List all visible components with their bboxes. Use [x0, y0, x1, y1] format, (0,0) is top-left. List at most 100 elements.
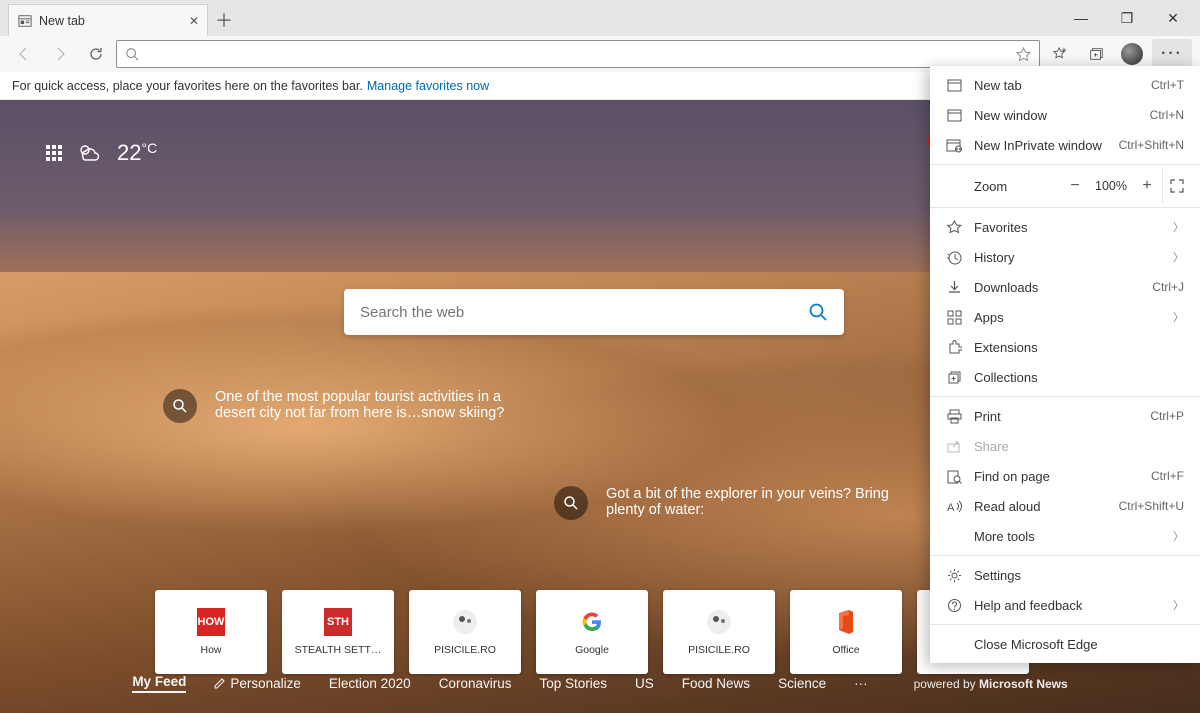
- tile-icon: STH: [324, 608, 352, 636]
- address-bar[interactable]: [116, 40, 1040, 68]
- print-icon: [946, 408, 962, 424]
- weather-icon: [77, 142, 103, 164]
- gear-icon: [946, 567, 962, 583]
- info-tip-2[interactable]: Got a bit of the explorer in your veins?…: [554, 486, 914, 520]
- quick-tile[interactable]: Google: [536, 590, 648, 674]
- quick-tile[interactable]: Office: [790, 590, 902, 674]
- powered-by-label: powered by Microsoft News: [914, 677, 1068, 691]
- feed-nav-item[interactable]: Personalize: [214, 676, 301, 691]
- info-tip-1[interactable]: One of the most popular tourist activiti…: [163, 389, 523, 423]
- quick-tile[interactable]: PISICILE.RO: [663, 590, 775, 674]
- menu-favorites[interactable]: Favorites〉: [930, 212, 1200, 242]
- zoom-label: Zoom: [974, 179, 1060, 194]
- menu-collections[interactable]: Collections: [930, 362, 1200, 392]
- menu-help[interactable]: Help and feedback〉: [930, 590, 1200, 620]
- menu-close-edge[interactable]: Close Microsoft Edge: [930, 629, 1200, 659]
- quick-tile[interactable]: PISICILE.RO: [409, 590, 521, 674]
- feed-nav-item[interactable]: Election 2020: [329, 676, 411, 691]
- quick-tile[interactable]: HOW How: [155, 590, 267, 674]
- tab-page-icon: [17, 13, 33, 29]
- window-icon: [946, 107, 962, 123]
- minimize-button[interactable]: —: [1058, 0, 1104, 36]
- search-icon: [125, 47, 139, 61]
- magnifier-icon: [163, 389, 197, 423]
- settings-more-button[interactable]: ···: [1152, 39, 1192, 69]
- favorites-bar-hint: For quick access, place your favorites h…: [12, 79, 363, 93]
- newtab-icon: [946, 77, 962, 93]
- feed-nav-item[interactable]: Coronavirus: [439, 676, 512, 691]
- apps-icon: [946, 309, 962, 325]
- svg-text:A: A: [947, 502, 955, 514]
- close-window-button[interactable]: ✕: [1150, 0, 1196, 36]
- titlebar: New tab ✕ ＋ — ❐ ✕: [0, 0, 1200, 36]
- weather-widget[interactable]: 22°C: [45, 140, 157, 166]
- feed-nav-item[interactable]: Food News: [682, 676, 750, 691]
- menu-find[interactable]: Find on pageCtrl+F: [930, 461, 1200, 491]
- menu-apps[interactable]: Apps〉: [930, 302, 1200, 332]
- zoom-in-button[interactable]: +: [1132, 177, 1162, 195]
- download-icon: [946, 279, 962, 295]
- back-button[interactable]: [8, 38, 40, 70]
- maximize-button[interactable]: ❐: [1104, 0, 1150, 36]
- tile-label: STEALTH SETT…: [295, 644, 382, 656]
- tile-icon: [451, 608, 479, 636]
- menu-extensions[interactable]: Extensions: [930, 332, 1200, 362]
- menu-downloads[interactable]: DownloadsCtrl+J: [930, 272, 1200, 302]
- menu-settings[interactable]: Settings: [930, 560, 1200, 590]
- tab-close-icon[interactable]: ✕: [189, 14, 199, 28]
- menu-read-aloud[interactable]: ARead aloudCtrl+Shift+U: [930, 491, 1200, 521]
- read-aloud-icon: A: [946, 498, 962, 514]
- settings-menu: New tab Ctrl+T New window Ctrl+N New InP…: [930, 66, 1200, 663]
- quick-tile[interactable]: STH STEALTH SETT…: [282, 590, 394, 674]
- tile-label: Office: [832, 644, 859, 656]
- tip-text: One of the most popular tourist activiti…: [215, 389, 523, 423]
- extensions-icon: [946, 339, 962, 355]
- history-icon: [946, 249, 962, 265]
- feed-nav-item[interactable]: Top Stories: [539, 676, 607, 691]
- zoom-value: 100%: [1090, 179, 1132, 193]
- help-icon: [946, 597, 962, 613]
- menu-new-window[interactable]: New window Ctrl+N: [930, 100, 1200, 130]
- feed-nav-item[interactable]: My Feed: [132, 674, 186, 693]
- tab-title: New tab: [39, 14, 85, 28]
- menu-new-inprivate[interactable]: New InPrivate window Ctrl+Shift+N: [930, 130, 1200, 160]
- google-icon: [578, 608, 606, 636]
- menu-print[interactable]: PrintCtrl+P: [930, 401, 1200, 431]
- find-icon: [946, 468, 962, 484]
- quick-tiles: HOW How STH STEALTH SETT… PISICILE.RO Goog…: [155, 590, 1029, 674]
- office-icon: [832, 608, 860, 636]
- menu-new-tab[interactable]: New tab Ctrl+T: [930, 70, 1200, 100]
- page-layout-icon[interactable]: [45, 144, 63, 162]
- tile-icon: HOW: [197, 608, 225, 636]
- menu-history[interactable]: History〉: [930, 242, 1200, 272]
- zoom-out-button[interactable]: −: [1060, 177, 1090, 195]
- new-tab-button[interactable]: ＋: [208, 4, 240, 36]
- tile-label: How: [200, 644, 221, 656]
- search-submit-icon[interactable]: [808, 302, 828, 322]
- star-icon: [946, 219, 962, 235]
- menu-more-tools[interactable]: More tools〉: [930, 521, 1200, 551]
- tile-label: Google: [575, 644, 609, 656]
- tile-label: PISICILE.RO: [688, 644, 750, 656]
- favorite-star-icon[interactable]: [1016, 47, 1031, 62]
- web-search-box[interactable]: [344, 289, 844, 335]
- refresh-button[interactable]: [80, 38, 112, 70]
- manage-favorites-link[interactable]: Manage favorites now: [367, 79, 489, 93]
- tile-label: PISICILE.RO: [434, 644, 496, 656]
- window-controls: — ❐ ✕: [1058, 0, 1196, 36]
- share-icon: [946, 438, 962, 454]
- magnifier-icon: [554, 486, 588, 520]
- web-search-input[interactable]: [360, 304, 808, 321]
- feed-nav: My Feed Personalize Election 2020 Corona…: [0, 674, 1200, 693]
- inprivate-icon: [946, 137, 962, 153]
- collections-icon: [946, 369, 962, 385]
- browser-tab[interactable]: New tab ✕: [8, 4, 208, 36]
- forward-button[interactable]: [44, 38, 76, 70]
- feed-nav-more[interactable]: ···: [854, 676, 868, 691]
- feed-nav-item[interactable]: Science: [778, 676, 826, 691]
- menu-share: Share: [930, 431, 1200, 461]
- tile-icon: [705, 608, 733, 636]
- tip-text: Got a bit of the explorer in your veins?…: [606, 486, 914, 520]
- fullscreen-button[interactable]: [1162, 169, 1190, 203]
- feed-nav-item[interactable]: US: [635, 676, 654, 691]
